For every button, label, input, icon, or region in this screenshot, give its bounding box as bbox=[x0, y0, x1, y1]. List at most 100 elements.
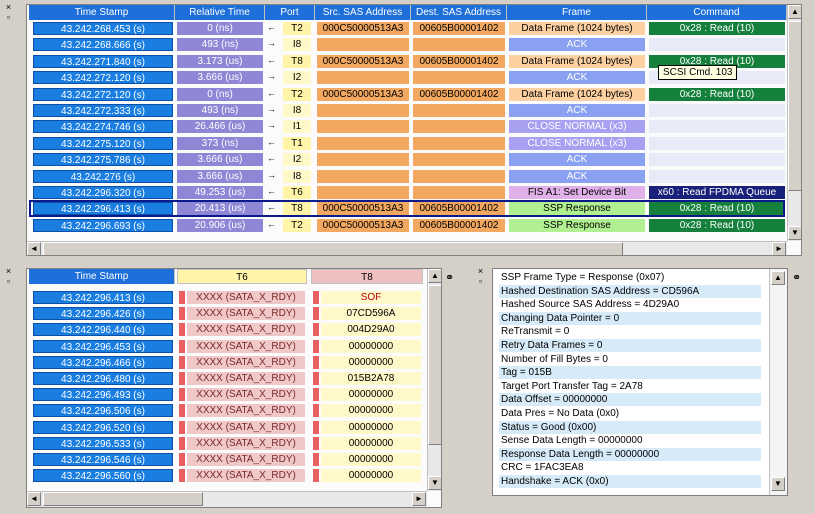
timestamp-cell[interactable]: 43.242.272.120 (s) bbox=[33, 71, 173, 84]
command-cell[interactable] bbox=[649, 120, 785, 133]
frame-cell[interactable]: Data Frame (1024 bytes) bbox=[509, 22, 645, 35]
timestamp-cell[interactable]: 43.242.296.320 (s) bbox=[33, 186, 173, 199]
timestamp-cell[interactable]: 43.242.296.693 (s) bbox=[33, 219, 173, 232]
minimize-icon[interactable]: ▫ bbox=[4, 277, 13, 286]
decode-field[interactable]: Handshake = ACK (0x0) bbox=[499, 475, 761, 488]
decode-field[interactable]: Hashed Source SAS Address = 4D29A0 bbox=[499, 298, 761, 311]
decode-field[interactable]: Changing Data Pointer = 0 bbox=[499, 312, 761, 325]
command-cell[interactable]: 0x28 : Read (10) bbox=[649, 88, 785, 101]
decode-field[interactable]: ReTransmit = 0 bbox=[499, 325, 761, 338]
header-t8[interactable]: T8 bbox=[311, 269, 423, 284]
pin-icon[interactable]: ⚭ bbox=[445, 271, 454, 284]
vertical-scrollbar[interactable]: ▲ ▼ bbox=[787, 5, 801, 241]
header-time-stamp[interactable]: Time Stamp bbox=[29, 269, 175, 284]
timestamp-cell[interactable]: 43.242.296.466 (s) bbox=[33, 356, 173, 369]
vertical-scrollbar[interactable]: ▲ ▼ bbox=[769, 269, 787, 495]
decode-field[interactable]: Number of Fill Bytes = 0 bbox=[499, 353, 761, 366]
timestamp-cell[interactable]: 43.242.276 (s) bbox=[33, 170, 173, 183]
scroll-thumb-h[interactable] bbox=[43, 492, 203, 506]
command-cell[interactable] bbox=[649, 104, 785, 117]
scroll-up-button[interactable]: ▲ bbox=[771, 271, 785, 285]
timestamp-cell[interactable]: 43.242.272.120 (s) bbox=[33, 88, 173, 101]
frame-cell[interactable]: CLOSE NORMAL (x3) bbox=[509, 120, 645, 133]
header-t6[interactable]: T6 bbox=[177, 269, 307, 284]
frame-cell[interactable]: Data Frame (1024 bytes) bbox=[509, 88, 645, 101]
timestamp-cell[interactable]: 43.242.268.666 (s) bbox=[33, 38, 173, 51]
timestamp-cell[interactable]: 43.242.296.413 (s) bbox=[33, 291, 173, 304]
timestamp-cell[interactable]: 43.242.296.506 (s) bbox=[33, 404, 173, 417]
scroll-thumb[interactable] bbox=[428, 285, 441, 445]
close-icon[interactable]: × bbox=[4, 3, 13, 12]
scroll-down-button[interactable]: ▼ bbox=[428, 476, 441, 490]
frame-cell[interactable]: ACK bbox=[509, 153, 645, 166]
command-cell[interactable] bbox=[649, 170, 785, 183]
scroll-thumb-h[interactable] bbox=[43, 242, 623, 255]
frame-cell[interactable]: ACK bbox=[509, 104, 645, 117]
frame-cell[interactable]: ACK bbox=[509, 38, 645, 51]
close-icon[interactable]: × bbox=[476, 267, 485, 276]
scroll-left-button[interactable]: ◄ bbox=[27, 492, 41, 506]
scroll-down-button[interactable]: ▼ bbox=[771, 477, 785, 491]
timestamp-cell[interactable]: 43.242.296.546 (s) bbox=[33, 453, 173, 466]
header-time-stamp[interactable]: Time Stamp bbox=[29, 5, 175, 20]
scroll-left-button[interactable]: ◄ bbox=[27, 242, 41, 255]
frame-cell[interactable]: Data Frame (1024 bytes) bbox=[509, 55, 645, 68]
header-relative-time[interactable]: Relative Time bbox=[175, 5, 265, 20]
minimize-icon[interactable]: ▫ bbox=[4, 13, 13, 22]
timestamp-cell[interactable]: 43.242.296.533 (s) bbox=[33, 437, 173, 450]
command-cell[interactable] bbox=[649, 153, 785, 166]
frame-cell[interactable]: FIS A1: Set Device Bit bbox=[509, 186, 645, 199]
decode-field[interactable]: Sense Data Length = 00000000 bbox=[499, 434, 761, 447]
command-cell[interactable]: 0x28 : Read (10) bbox=[649, 202, 785, 215]
pin-icon[interactable]: ⚭ bbox=[792, 271, 801, 284]
scroll-right-button[interactable]: ► bbox=[412, 492, 426, 506]
decode-field[interactable]: CRC = 1FAC3EA8 bbox=[499, 461, 761, 474]
timestamp-cell[interactable]: 43.242.271.840 (s) bbox=[33, 55, 173, 68]
timestamp-cell[interactable]: 43.242.275.786 (s) bbox=[33, 153, 173, 166]
decode-field[interactable]: Response Data Length = 00000000 bbox=[499, 448, 761, 461]
timestamp-cell[interactable]: 43.242.296.520 (s) bbox=[33, 421, 173, 434]
timestamp-cell[interactable]: 43.242.268.453 (s) bbox=[33, 22, 173, 35]
horizontal-scrollbar[interactable]: ◄ ► bbox=[27, 241, 787, 255]
decode-field[interactable]: Data Offset = 00000000 bbox=[499, 393, 761, 406]
horizontal-scrollbar[interactable]: ◄ ► bbox=[27, 491, 427, 507]
timestamp-cell[interactable]: 43.242.272.333 (s) bbox=[33, 104, 173, 117]
command-cell[interactable]: x60 : Read FPDMA Queue bbox=[649, 186, 785, 199]
header-port[interactable]: Port bbox=[265, 5, 315, 20]
timestamp-cell[interactable]: 43.242.296.453 (s) bbox=[33, 340, 173, 353]
timestamp-cell[interactable]: 43.242.274.746 (s) bbox=[33, 120, 173, 133]
header-frame[interactable]: Frame bbox=[507, 5, 647, 20]
command-cell[interactable] bbox=[649, 137, 785, 150]
header-dest-sas[interactable]: Dest. SAS Address bbox=[411, 5, 507, 20]
vertical-scrollbar[interactable]: ▲ ▼ bbox=[427, 269, 441, 491]
command-cell[interactable]: 0x28 : Read (10) bbox=[649, 219, 785, 232]
command-cell[interactable]: 0x28 : Read (10) bbox=[649, 22, 785, 35]
frame-cell[interactable]: ACK bbox=[509, 170, 645, 183]
timestamp-cell[interactable]: 43.242.296.493 (s) bbox=[33, 388, 173, 401]
timestamp-cell[interactable]: 43.242.296.480 (s) bbox=[33, 372, 173, 385]
scroll-up-button[interactable]: ▲ bbox=[788, 5, 801, 19]
header-command[interactable]: Command bbox=[647, 5, 787, 20]
decode-field[interactable]: SSP Frame Type = Response (0x07) bbox=[499, 271, 761, 284]
header-src-sas[interactable]: Src. SAS Address bbox=[315, 5, 411, 20]
timestamp-cell[interactable]: 43.242.296.413 (s) bbox=[33, 202, 173, 215]
frame-cell[interactable]: SSP Response bbox=[509, 219, 645, 232]
command-cell[interactable] bbox=[649, 38, 785, 51]
decode-field[interactable]: Hashed Destination SAS Address = CD596A bbox=[499, 285, 761, 298]
scroll-thumb[interactable] bbox=[788, 21, 801, 191]
decode-field[interactable]: Tag = 015B bbox=[499, 366, 761, 379]
frame-cell[interactable]: CLOSE NORMAL (x3) bbox=[509, 137, 645, 150]
decode-field[interactable]: Data Pres = No Data (0x0) bbox=[499, 407, 761, 420]
decode-field[interactable]: Target Port Transfer Tag = 2A78 bbox=[499, 380, 761, 393]
timestamp-cell[interactable]: 43.242.296.440 (s) bbox=[33, 323, 173, 336]
timestamp-cell[interactable]: 43.242.275.120 (s) bbox=[33, 137, 173, 150]
scroll-down-button[interactable]: ▼ bbox=[788, 226, 801, 240]
decode-field[interactable]: Status = Good (0x00) bbox=[499, 421, 761, 434]
close-icon[interactable]: × bbox=[4, 267, 13, 276]
timestamp-cell[interactable]: 43.242.296.560 (s) bbox=[33, 469, 173, 482]
frame-cell[interactable]: ACK bbox=[509, 71, 645, 84]
minimize-icon[interactable]: ▫ bbox=[476, 277, 485, 286]
decode-field[interactable]: Retry Data Frames = 0 bbox=[499, 339, 761, 352]
scroll-up-button[interactable]: ▲ bbox=[428, 269, 441, 283]
scroll-right-button[interactable]: ► bbox=[772, 242, 786, 255]
